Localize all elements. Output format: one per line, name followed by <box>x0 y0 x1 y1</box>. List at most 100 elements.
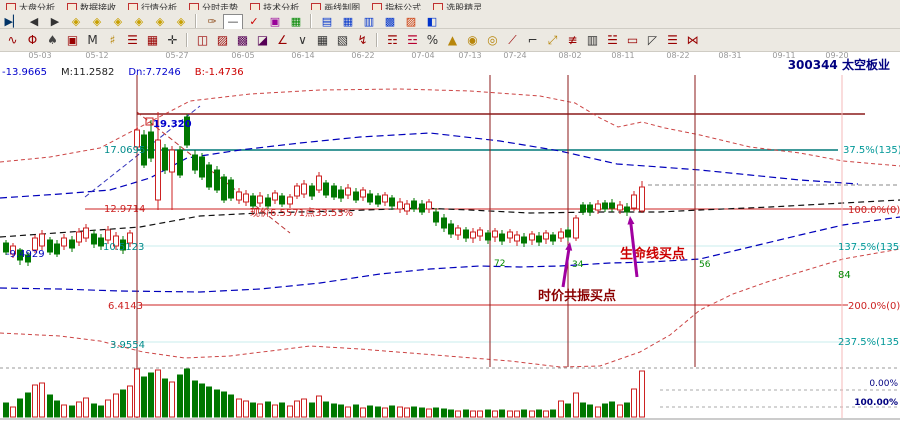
save-icon[interactable]: ▩ <box>380 14 400 29</box>
candle-body <box>551 235 556 241</box>
gold-ratio-icon[interactable]: ♯ <box>103 31 122 50</box>
volume-bar <box>40 383 45 417</box>
candle-body <box>244 194 249 202</box>
nequal-icon[interactable]: ≢ <box>563 31 582 50</box>
hatch2-icon[interactable]: ▧ <box>333 31 352 50</box>
tri-lines-icon[interactable]: ☰ <box>123 31 142 50</box>
wave-icon[interactable]: ∨ <box>293 31 312 50</box>
volume-bar <box>420 408 425 417</box>
calendar-icon[interactable]: ▤ <box>317 14 337 29</box>
candle-body <box>163 148 168 170</box>
tri2-icon[interactable]: ◸ <box>643 31 662 50</box>
cols-icon[interactable]: ▥ <box>583 31 602 50</box>
chart-text: 100.0%(0) <box>848 205 900 216</box>
volume-bar <box>632 389 637 417</box>
tri-up-icon[interactable]: ▲ <box>443 31 462 50</box>
candle-body <box>339 190 344 198</box>
candle-body <box>588 205 593 212</box>
candle-body <box>251 196 256 206</box>
grid2-icon[interactable]: ▦ <box>313 31 332 50</box>
lines3-icon[interactable]: ☰ <box>663 31 682 50</box>
hand-tool-icon[interactable]: ✑ <box>202 14 222 29</box>
expand-icon[interactable]: ⤢ <box>543 31 562 50</box>
export-icon[interactable]: ▨ <box>401 14 421 29</box>
chart-text: 08-22 <box>666 51 689 60</box>
volume-bar <box>405 408 410 417</box>
candle-body <box>310 186 315 196</box>
candle-body <box>332 186 337 197</box>
hatch-icon[interactable]: ▨ <box>213 31 232 50</box>
ring-icon[interactable]: ◎ <box>483 31 502 50</box>
erase-line-icon[interactable]: ∿ <box>3 31 22 50</box>
candle-body <box>625 207 630 212</box>
bowtie-icon[interactable]: ⋈ <box>683 31 702 50</box>
volume-bar <box>449 410 454 417</box>
candle-body <box>280 196 285 204</box>
volume-bar <box>559 401 564 417</box>
rect2-icon[interactable]: ▭ <box>623 31 642 50</box>
zoom-diamond-5-icon[interactable]: ◈ <box>150 14 170 29</box>
target-icon[interactable]: ◉ <box>463 31 482 50</box>
candle-body <box>324 183 329 195</box>
fill-box-icon[interactable]: ▩ <box>233 31 252 50</box>
percent-icon[interactable]: % <box>423 31 442 50</box>
volume-bar <box>442 409 447 417</box>
volume-bar <box>324 402 329 417</box>
volume-bar <box>486 410 491 417</box>
next-icon[interactable]: ▶ <box>45 14 65 29</box>
m-pattern-icon[interactable]: M <box>83 31 102 50</box>
arrow-tool-icon[interactable]: ♠ <box>43 31 62 50</box>
zoom-diamond-6-icon[interactable]: ◈ <box>171 14 191 29</box>
circle-tool-icon[interactable]: Φ <box>23 31 42 50</box>
candle-body <box>640 187 645 211</box>
volume-bar <box>273 405 278 417</box>
prev-icon[interactable]: ◀ <box>24 14 44 29</box>
grid-box-icon[interactable]: ▦ <box>143 31 162 50</box>
volume-bar <box>383 408 388 417</box>
candle-body <box>493 231 498 237</box>
bars-icon[interactable]: ☶ <box>383 31 402 50</box>
check-tool-icon[interactable]: ✓ <box>244 14 264 29</box>
corner-icon[interactable]: ⌐ <box>523 31 542 50</box>
zigzag-icon[interactable]: ↯ <box>353 31 372 50</box>
annotation-text: 生命线买点 <box>620 246 685 262</box>
shape-tool-icon[interactable]: ▣ <box>265 14 285 29</box>
volume-bar <box>11 407 16 417</box>
volume-bar <box>121 390 126 417</box>
angle-icon[interactable]: ∠ <box>273 31 292 50</box>
channel-icon[interactable]: ◫ <box>193 31 212 50</box>
candle-body <box>237 192 242 200</box>
table-icon[interactable]: ▦ <box>338 14 358 29</box>
rect-tool-icon[interactable]: ▣ <box>63 31 82 50</box>
cross-tool-icon[interactable]: ✛ <box>163 31 182 50</box>
zoom-diamond-2-icon[interactable]: ◈ <box>87 14 107 29</box>
stock-title[interactable]: 300344 太空板业 <box>788 56 890 73</box>
slope-icon[interactable]: ⟋ <box>503 31 522 50</box>
candle-body <box>632 195 637 208</box>
candle-body <box>427 202 432 209</box>
grid-tool-icon[interactable]: ▦ <box>286 14 306 29</box>
half-box-icon[interactable]: ◪ <box>253 31 272 50</box>
candle-body <box>544 233 549 239</box>
monitor-icon[interactable]: ◧ <box>422 14 442 29</box>
fan2-icon[interactable]: ☱ <box>603 31 622 50</box>
volume-bar <box>229 395 234 417</box>
candle-body <box>193 155 198 170</box>
zoom-diamond-3-icon[interactable]: ◈ <box>108 14 128 29</box>
chart-text: 37.5%(135) <box>843 145 900 156</box>
volume-bar <box>464 410 469 417</box>
volume-bar <box>500 410 505 417</box>
chart-text: 06-05 <box>231 51 254 60</box>
zoom-diamond-4-icon[interactable]: ◈ <box>129 14 149 29</box>
volume-bar <box>55 401 60 417</box>
candle-body <box>77 232 82 242</box>
candle-body <box>464 230 469 238</box>
candle-body <box>106 230 111 240</box>
list-icon[interactable]: ▥ <box>359 14 379 29</box>
chart-text: 06-14 <box>291 51 314 60</box>
candle-body <box>603 203 608 209</box>
go-end-icon[interactable]: ▶▏ <box>3 14 23 29</box>
chart-text: 200.0%(0) <box>848 301 900 312</box>
zoom-diamond-1-icon[interactable]: ◈ <box>66 14 86 29</box>
fan-icon[interactable]: ☲ <box>403 31 422 50</box>
